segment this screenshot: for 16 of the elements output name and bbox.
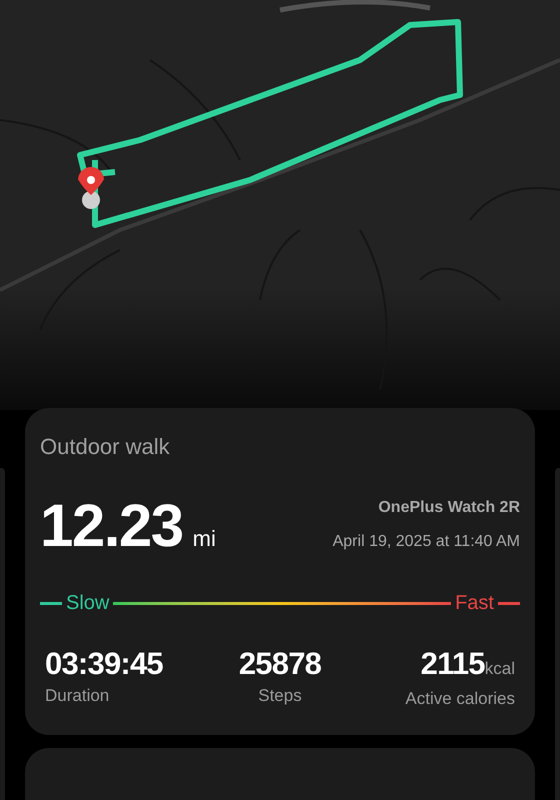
workout-title: Outdoor walk [40, 436, 171, 458]
stat-label: Duration [45, 685, 110, 707]
stat-value: 25878 [238, 648, 322, 679]
legend-line [40, 602, 62, 604]
legend-line [498, 602, 520, 604]
stat-label: Steps [258, 685, 302, 707]
stat-label: Active calories [405, 688, 515, 710]
distance-value: 12.23 [40, 496, 183, 556]
workout-date: April 19, 2025 at 11:40 AM [332, 532, 520, 552]
stat-unit: kcal [484, 659, 515, 680]
distance-unit: mi [192, 525, 216, 553]
device-name: OnePlus Watch 2R [378, 498, 520, 518]
slow-label: Slow [66, 591, 110, 616]
stat-value: 03:39:45 [45, 648, 163, 679]
stat-value: 2115 [420, 648, 485, 679]
fast-label: Fast [455, 591, 494, 616]
